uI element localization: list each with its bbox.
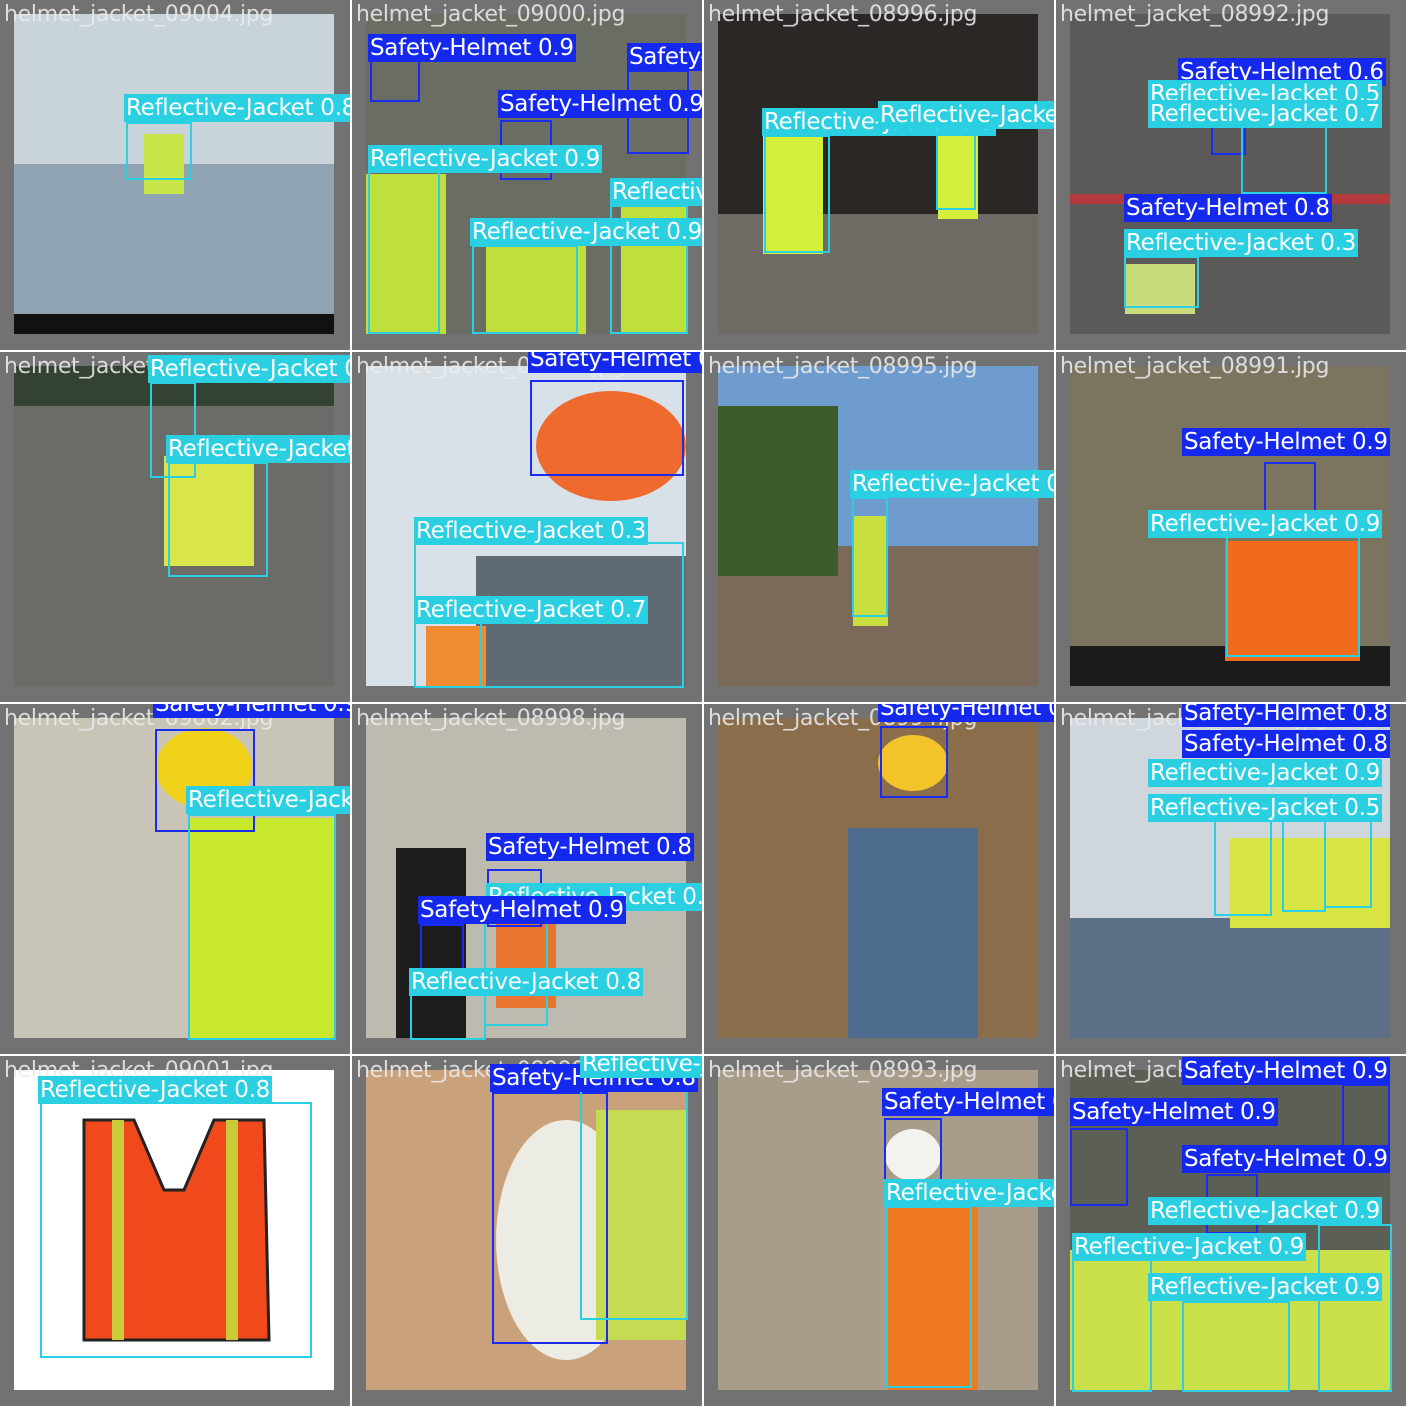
- jacket-box: [168, 462, 268, 577]
- helmet-label: Safety-Helmet 0.9: [878, 704, 1054, 722]
- image-tile: helmet_jacket_09003.jpg Reflective-Jacke…: [0, 352, 350, 702]
- image-tile: helmet_jacket_08996.jpg Reflective-Jacke…: [704, 0, 1054, 350]
- jacket-box: [1214, 816, 1272, 916]
- helmet-box: [1342, 1084, 1390, 1148]
- filename-label: helmet_jacket_09000.jpg: [356, 2, 626, 27]
- jacket-label: Reflective-Jacket 0.9: [166, 435, 350, 463]
- jacket-box: [1226, 536, 1360, 657]
- helmet-label: Safety-Helmet 0.9: [153, 704, 350, 718]
- image-tile: helmet_jacket_09002.jpg Safety-Helmet 0.…: [0, 704, 350, 1054]
- jacket-label: Reflective-Jacket 0.9: [1072, 1233, 1306, 1261]
- jacket-label: Reflective-Jacket 0.9: [1148, 1273, 1382, 1301]
- image-tile: helmet_jacket_08993.jpg Safety-Helmet 0.…: [704, 1056, 1054, 1406]
- helmet-label: Safety-Helmet 0.9: [1182, 1057, 1390, 1085]
- jacket-label: Reflective-Jacket 0.9: [1148, 759, 1382, 787]
- helmet-label: Safety-Helmet 0.9: [528, 352, 702, 373]
- helmet-label: Safety-Helmet 0.9: [1182, 1145, 1390, 1173]
- filename-label: helmet_jacket_08998.jpg: [356, 706, 626, 731]
- jacket-box: [410, 994, 486, 1040]
- jacket-box: [852, 497, 888, 617]
- photo: [718, 1070, 1038, 1390]
- jacket-label: Reflective-Jacket 0.8: [580, 1056, 702, 1078]
- image-tile: helmet_jacket_08995.jpg Reflective-Jacke…: [704, 352, 1054, 702]
- helmet-box: [1070, 1128, 1128, 1206]
- jacket-label: Reflective-Jacket 0.9: [1148, 510, 1382, 538]
- jacket-label: Reflective-Jacket 0.9: [610, 178, 702, 206]
- jacket-box: [188, 814, 336, 1040]
- jacket-box: [580, 1078, 688, 1320]
- jacket-box: [886, 1206, 972, 1388]
- filename-label: helmet_jacket_08995.jpg: [708, 354, 978, 379]
- helmet-label: Safety-Helmet 0.9: [1182, 428, 1390, 456]
- helmet-label: Safety-Helmet 0.9: [498, 90, 702, 118]
- helmet-box: [370, 60, 420, 102]
- helmet-label: Safety-Helmet 0.9: [1070, 1098, 1278, 1126]
- helmet-label: Safety-Helmet 0.9: [882, 1088, 1054, 1116]
- jacket-box: [472, 245, 578, 334]
- filename-label: helmet_jacket_08991.jpg: [1060, 354, 1330, 379]
- jacket-box: [1318, 1224, 1392, 1392]
- helmet-label: Safety-Helmet 0.8: [1124, 194, 1332, 222]
- filename-label: helmet_jacket_08993.jpg: [708, 1058, 978, 1083]
- image-tile: helmet_jacket_08990.jpg Safety-Helmet 0.…: [1056, 704, 1406, 1054]
- jacket-box: [414, 622, 482, 688]
- jacket-box: [1282, 812, 1326, 912]
- jacket-box: [40, 1102, 312, 1358]
- helmet-label: Safety-Helmet 0.9: [418, 896, 626, 924]
- jacket-label: Reflective-Jacket 0.3: [414, 517, 648, 545]
- helmet-box: [420, 924, 464, 972]
- jacket-label: Reflective-Jacket 0.8: [409, 968, 643, 996]
- helmet-box: [884, 1118, 942, 1186]
- photo: [718, 718, 1038, 1038]
- helmet-box: [530, 380, 684, 476]
- helmet-box: [880, 726, 948, 798]
- helmet-label: Safety-Helmet 0.8: [1182, 730, 1390, 758]
- filename-label: helmet_jacket_08996.jpg: [708, 2, 978, 27]
- helmet-label: Safety-Helmet 0.9: [627, 43, 702, 71]
- jacket-label: Reflective-Jacket 0.9: [1148, 1197, 1382, 1225]
- image-tile: helmet_jacket_09001.jpg Reflective-Jacke…: [0, 1056, 350, 1406]
- jacket-label: Reflective-Jacket 0.9: [850, 470, 1054, 498]
- jacket-label: Reflective-Jacket 0.5: [1148, 794, 1382, 822]
- jacket-box: [1072, 1258, 1152, 1392]
- image-tile: helmet_jacket_09000.jpg Safety-Helmet 0.…: [352, 0, 702, 350]
- jacket-label: Reflective-Jacket 0.8: [38, 1076, 272, 1104]
- image-tile: helmet_jacket_08992.jpg Safety-Helmet 0.…: [1056, 0, 1406, 350]
- jacket-label: Reflective-Jacket 0.9: [884, 1179, 1054, 1207]
- jacket-box: [368, 170, 440, 334]
- jacket-label: Reflective-Jacket 0.9: [148, 355, 350, 383]
- filename-label: helmet_jacket_09004.jpg: [4, 2, 274, 27]
- jacket-box: [936, 128, 976, 210]
- jacket-label: Reflective-Jacket 0.8: [186, 786, 350, 814]
- image-tile: helmet_jacket_08997.jpg Safety-Helmet 0.…: [352, 352, 702, 702]
- jacket-label: Reflective-Jacket 0.3: [1124, 229, 1358, 257]
- helmet-label: Safety-Helmet 0.8: [1182, 704, 1390, 727]
- jacket-label: Reflective-Jacket 0.7: [414, 596, 648, 624]
- jacket-box: [764, 135, 830, 253]
- jacket-box: [126, 122, 192, 180]
- image-tile: helmet_jacket_08994.jpg Safety-Helmet 0.…: [704, 704, 1054, 1054]
- jacket-box: [1182, 1301, 1290, 1392]
- jacket-label: Reflective-Jacket 0.7: [1148, 100, 1382, 128]
- image-tile: helmet_jacket_08989.jpg Safety-Helmet 0.…: [1056, 1056, 1406, 1406]
- jacket-label: Reflective-Jacket 0.9: [878, 101, 1054, 129]
- image-tile: helmet_jacket_09004.jpg Reflective-Jacke…: [0, 0, 350, 350]
- helmet-label: Safety-Helmet 0.9: [368, 34, 576, 62]
- image-tile: helmet_jacket_08991.jpg Safety-Helmet 0.…: [1056, 352, 1406, 702]
- image-tile: helmet_jacket_08999.jpg Safety-Helmet 0.…: [352, 1056, 702, 1406]
- image-tile: helmet_jacket_08998.jpg Safety-Helmet 0.…: [352, 704, 702, 1054]
- jacket-label: Reflective-Jacket 0.9: [470, 218, 702, 246]
- jacket-label: Reflective-Jacket 0.8: [124, 94, 350, 122]
- helmet-label: Safety-Helmet 0.8: [486, 833, 694, 861]
- jacket-label: Reflective-Jacket 0.9: [368, 145, 602, 173]
- filename-label: helmet_jacket_08992.jpg: [1060, 2, 1330, 27]
- jacket-box: [1124, 256, 1199, 308]
